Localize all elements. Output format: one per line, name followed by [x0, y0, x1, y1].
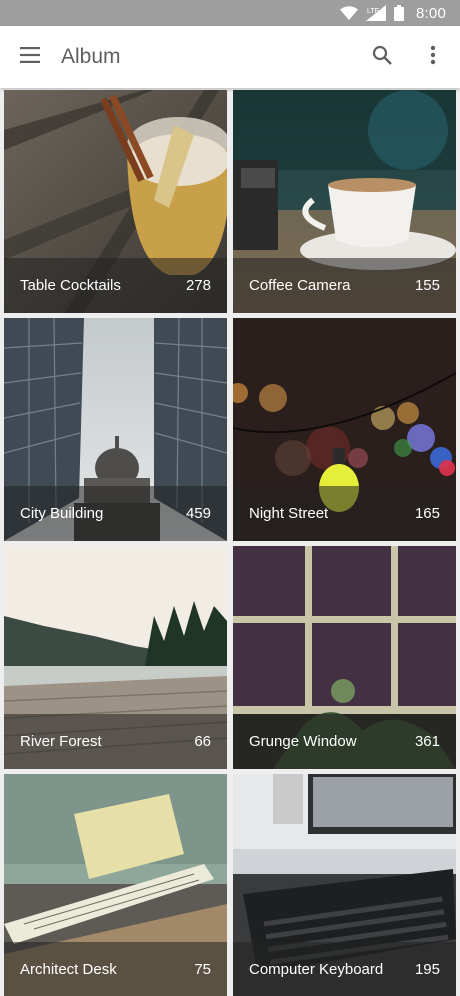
album-caption: Computer Keyboard 195 [233, 942, 456, 996]
album-name: Architect Desk [20, 961, 117, 978]
album-count: 165 [414, 505, 440, 522]
album-name: River Forest [20, 733, 102, 750]
search-button[interactable] [358, 26, 406, 88]
album-tile[interactable]: Coffee Camera 155 [233, 90, 456, 313]
battery-icon [394, 5, 404, 21]
status-bar: LTE 8:00 [0, 0, 460, 26]
album-name: Table Cocktails [20, 277, 121, 294]
network-label: LTE [367, 8, 380, 15]
more-vert-icon [430, 45, 436, 70]
app-bar: Album [0, 26, 460, 88]
album-tile[interactable]: Grunge Window 361 [233, 546, 456, 769]
menu-button[interactable] [0, 26, 60, 88]
album-tile[interactable]: Computer Keyboard 195 [233, 774, 456, 996]
album-name: Computer Keyboard [249, 961, 384, 978]
album-count: 459 [185, 505, 211, 522]
more-options-button[interactable] [406, 26, 460, 88]
album-tile[interactable]: City Building 459 [4, 318, 227, 541]
album-count: 155 [414, 277, 440, 294]
album-name: Grunge Window [249, 733, 357, 750]
status-time: 8:00 [416, 4, 446, 22]
menu-icon [20, 46, 40, 68]
album-tile[interactable]: River Forest 66 [4, 546, 227, 769]
album-count: 361 [414, 733, 440, 750]
album-name: Coffee Camera [249, 277, 351, 294]
album-name: City Building [20, 505, 104, 522]
album-caption: Coffee Camera 155 [233, 258, 456, 313]
album-caption: Night Street 165 [233, 486, 456, 541]
search-icon [372, 45, 392, 70]
album-grid: Table Cocktails 278 Coffee Camera 155 Ci… [4, 90, 456, 996]
album-name: Night Street [249, 505, 329, 522]
album-tile[interactable]: Architect Desk 75 [4, 774, 227, 996]
album-caption: Grunge Window 361 [233, 714, 456, 769]
signal-lte-icon: LTE [366, 5, 386, 21]
album-count: 66 [194, 733, 211, 750]
album-count: 195 [414, 961, 440, 978]
album-tile[interactable]: Table Cocktails 278 [4, 90, 227, 313]
album-caption: Architect Desk 75 [4, 942, 227, 996]
album-caption: City Building 459 [4, 486, 227, 541]
album-tile[interactable]: Night Street 165 [233, 318, 456, 541]
wifi-icon [340, 6, 358, 20]
album-caption: River Forest 66 [4, 714, 227, 769]
album-caption: Table Cocktails 278 [4, 258, 227, 313]
album-count: 278 [185, 277, 211, 294]
page-title: Album [61, 45, 121, 68]
album-count: 75 [194, 961, 211, 978]
